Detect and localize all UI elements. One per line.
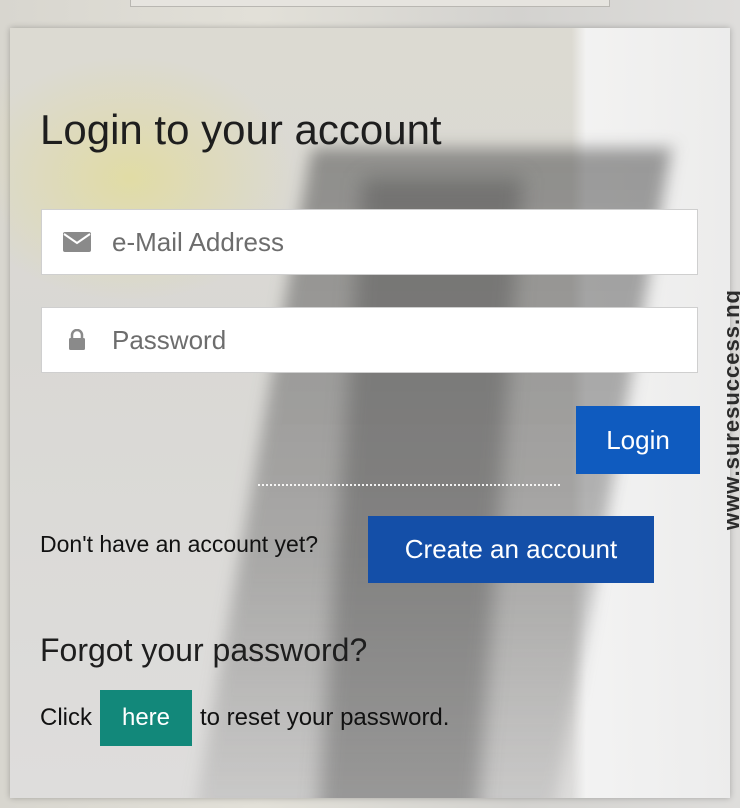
- top-panel-edge: [130, 0, 610, 7]
- create-account-button[interactable]: Create an account: [368, 516, 654, 583]
- reset-password-line: Click here to reset your password.: [40, 690, 449, 746]
- divider: [258, 484, 560, 486]
- password-input[interactable]: [110, 323, 674, 357]
- here-button[interactable]: here: [100, 690, 192, 746]
- lock-icon: [62, 329, 92, 351]
- password-field[interactable]: [41, 307, 698, 373]
- click-label: Click: [40, 704, 92, 731]
- email-input[interactable]: [110, 225, 674, 259]
- login-card: Login to your account Login Don't have a: [10, 28, 730, 798]
- forgot-password-title: Forgot your password?: [40, 632, 368, 668]
- envelope-icon: [62, 232, 92, 252]
- watermark-text: www.suresuccess.ng: [719, 289, 740, 530]
- login-button[interactable]: Login: [576, 406, 700, 474]
- login-content: Login to your account Login Don't have a: [10, 28, 730, 798]
- signup-prompt: Don't have an account yet?: [40, 531, 319, 557]
- email-field[interactable]: [41, 209, 698, 275]
- reset-label: to reset your password.: [200, 704, 450, 731]
- login-title: Login to your account: [40, 106, 442, 153]
